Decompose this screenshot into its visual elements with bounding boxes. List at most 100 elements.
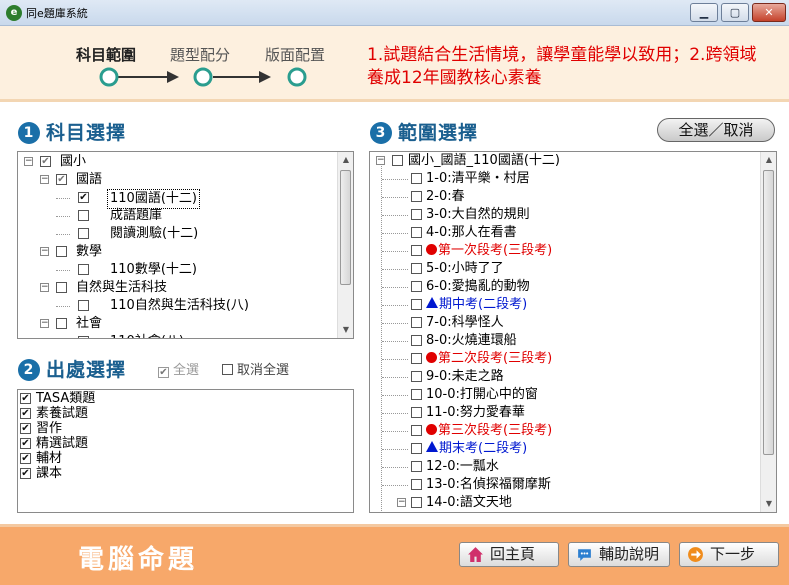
- range-tree-item[interactable]: 第二次段考(三段考): [370, 350, 760, 368]
- checkbox-icon[interactable]: [411, 191, 422, 202]
- range-tree-label[interactable]: 1-0:清平樂・村居: [426, 170, 530, 188]
- range-tree-label[interactable]: 2-0:春: [426, 188, 465, 206]
- subject-tree-row[interactable]: ✔ 110國語(十二): [18, 189, 336, 209]
- range-tree-label[interactable]: 11-0:努力愛春華: [426, 404, 525, 422]
- range-tree-label[interactable]: 3-0:大自然的規則: [426, 206, 530, 224]
- checkbox-icon[interactable]: ✔: [20, 423, 31, 434]
- range-tree-label[interactable]: 13-0:名偵探福爾摩斯: [426, 476, 551, 494]
- subject-tree-row[interactable]: − 自然與生活科技: [18, 279, 336, 297]
- range-tree-item[interactable]: 5-0:小時了了: [370, 260, 760, 278]
- subject-tree[interactable]: ▲ ▼ − ✔ 國小 − ✔ 國語 ✔ 110國語(十二) 成語題庫 閱讀測驗(十二) − 數學 110…: [17, 151, 354, 339]
- range-tree-item[interactable]: − 14-0:語文天地: [370, 494, 760, 512]
- checkbox-icon[interactable]: [78, 300, 89, 311]
- checkbox-icon[interactable]: [411, 263, 422, 274]
- range-tree-label[interactable]: 6-0:愛搗亂的動物: [426, 278, 530, 296]
- range-tree-item[interactable]: 9-0:未走之路: [370, 368, 760, 386]
- subject-tree-row[interactable]: − ✔ 國小: [18, 153, 336, 171]
- checkbox-icon[interactable]: ✔: [158, 367, 169, 378]
- range-tree-label[interactable]: 期中考(二段考): [426, 296, 527, 314]
- checkbox-icon[interactable]: ✔: [78, 192, 89, 203]
- scroll-up-arrow-icon[interactable]: ▲: [338, 152, 353, 168]
- select-all-toggle-button[interactable]: 全選／取消: [657, 118, 775, 142]
- scroll-up-arrow-icon[interactable]: ▲: [761, 152, 776, 168]
- checkbox-icon[interactable]: [411, 497, 422, 508]
- subject-tree-label[interactable]: 社會: [76, 315, 102, 333]
- checkbox-icon[interactable]: [56, 318, 67, 329]
- subject-tree-row[interactable]: − 數學: [18, 243, 336, 261]
- range-tree-root-label[interactable]: 國小_國語_110國語(十二): [408, 152, 560, 170]
- range-tree-item[interactable]: 3-0:大自然的規則: [370, 206, 760, 224]
- scroll-thumb[interactable]: [763, 170, 774, 455]
- checkbox-icon[interactable]: [78, 336, 89, 338]
- checkbox-icon[interactable]: [411, 425, 422, 436]
- subject-tree-row[interactable]: − 社會: [18, 315, 336, 333]
- source-unselect-all[interactable]: 取消全選: [222, 359, 289, 378]
- checkbox-icon[interactable]: [78, 264, 89, 275]
- close-button[interactable]: ✕: [752, 3, 786, 22]
- checkbox-icon[interactable]: [411, 227, 422, 238]
- checkbox-icon[interactable]: [56, 246, 67, 257]
- range-tree-item[interactable]: 10-0:打開心中的窗: [370, 386, 760, 404]
- help-button[interactable]: 輔助說明: [568, 542, 670, 567]
- checkbox-icon[interactable]: ✔: [20, 393, 31, 404]
- subject-tree-label[interactable]: 110自然與生活科技(八): [110, 297, 249, 315]
- checkbox-icon[interactable]: [222, 364, 233, 375]
- checkbox-icon[interactable]: [411, 389, 422, 400]
- range-tree[interactable]: ▲ ▼ − 國小_國語_110國語(十二) 1-0:清平樂・村居 2-0:春 3-0:大…: [369, 151, 777, 513]
- checkbox-icon[interactable]: [411, 335, 422, 346]
- checkbox-icon[interactable]: ✔: [40, 156, 51, 167]
- checkbox-icon[interactable]: [411, 407, 422, 418]
- checkbox-icon[interactable]: [411, 281, 422, 292]
- subject-tree-scrollbar[interactable]: ▲ ▼: [337, 152, 353, 338]
- tree-expander-icon[interactable]: −: [40, 319, 49, 328]
- range-tree-label[interactable]: 12-0:一瓢水: [426, 458, 499, 476]
- checkbox-icon[interactable]: ✔: [20, 408, 31, 419]
- range-tree-label[interactable]: 14-0:語文天地: [426, 494, 512, 512]
- maximize-button[interactable]: ▢: [721, 3, 749, 22]
- range-tree-label[interactable]: 第一次段考(三段考): [426, 242, 552, 260]
- subject-tree-label[interactable]: 110數學(十二): [110, 261, 197, 279]
- checkbox-icon[interactable]: ✔: [56, 174, 67, 185]
- range-tree-scrollbar[interactable]: ▲ ▼: [760, 152, 776, 512]
- subject-tree-row[interactable]: 110社會(八): [18, 333, 336, 338]
- subject-tree-label[interactable]: 成語題庫: [110, 207, 162, 225]
- checkbox-icon[interactable]: [78, 228, 89, 239]
- source-select-all[interactable]: ✔ 全選: [158, 359, 199, 378]
- range-tree-label[interactable]: 4-0:那人在看書: [426, 224, 517, 242]
- next-step-button[interactable]: 下一步: [679, 542, 779, 567]
- subject-tree-row[interactable]: 110數學(十二): [18, 261, 336, 279]
- range-tree-item[interactable]: 1-0:清平樂・村居: [370, 170, 760, 188]
- checkbox-icon[interactable]: [392, 155, 403, 166]
- range-tree-label[interactable]: 第二次段考(三段考): [426, 350, 552, 368]
- range-tree-label[interactable]: 8-0:火燒連環船: [426, 332, 517, 350]
- scroll-thumb[interactable]: [340, 170, 351, 285]
- subject-tree-row[interactable]: 110自然與生活科技(八): [18, 297, 336, 315]
- range-tree-item[interactable]: 7-0:科學怪人: [370, 314, 760, 332]
- checkbox-icon[interactable]: [411, 209, 422, 220]
- checkbox-icon[interactable]: [56, 282, 67, 293]
- checkbox-icon[interactable]: [411, 299, 422, 310]
- checkbox-icon[interactable]: ✔: [20, 453, 31, 464]
- subject-tree-label[interactable]: 110國語(十二): [107, 189, 200, 209]
- home-button[interactable]: 回主頁: [459, 542, 559, 567]
- subject-tree-label[interactable]: 110社會(八): [110, 333, 184, 338]
- subject-tree-label[interactable]: 自然與生活科技: [76, 279, 167, 297]
- range-tree-item[interactable]: 2-0:春: [370, 188, 760, 206]
- subject-tree-label[interactable]: 國小: [60, 153, 86, 171]
- checkbox-icon[interactable]: [411, 371, 422, 382]
- range-tree-root[interactable]: − 國小_國語_110國語(十二): [370, 152, 760, 170]
- tree-expander-icon[interactable]: −: [376, 156, 385, 165]
- range-tree-item[interactable]: 第一次段考(三段考): [370, 242, 760, 260]
- tree-expander-icon[interactable]: −: [24, 157, 33, 166]
- range-tree-label[interactable]: 期末考(二段考): [426, 440, 527, 458]
- checkbox-icon[interactable]: [411, 173, 422, 184]
- range-tree-label[interactable]: 10-0:打開心中的窗: [426, 386, 538, 404]
- subject-tree-label[interactable]: 閱讀測驗(十二): [110, 225, 198, 243]
- subject-tree-label[interactable]: 國語: [76, 171, 102, 189]
- checkbox-icon[interactable]: [78, 210, 89, 221]
- checkbox-icon[interactable]: [411, 461, 422, 472]
- range-tree-item[interactable]: 4-0:那人在看書: [370, 224, 760, 242]
- tree-expander-icon[interactable]: −: [397, 498, 406, 507]
- minimize-button[interactable]: ▁: [690, 3, 718, 22]
- scroll-down-arrow-icon[interactable]: ▼: [761, 496, 776, 512]
